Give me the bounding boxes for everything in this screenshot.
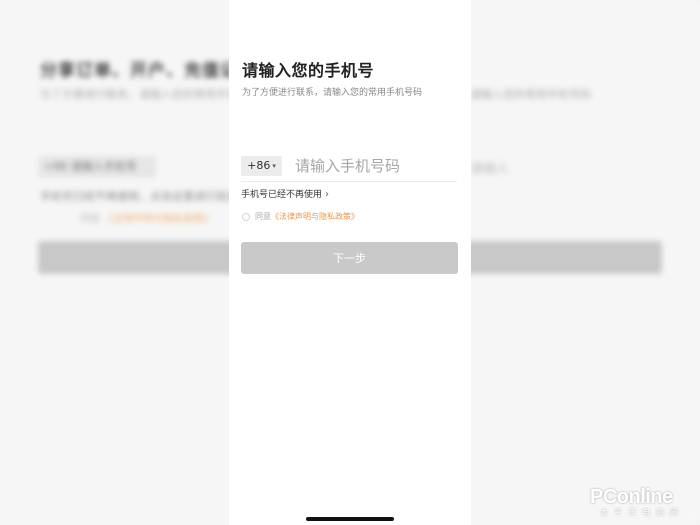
caret-down-icon: ▾ (272, 162, 276, 170)
phone-not-used-link[interactable]: 手机号已经不再使用 › (241, 187, 329, 200)
phone-number-input[interactable] (291, 153, 457, 179)
legal-privacy-link[interactable]: 《法律声明与隐私政策》 (271, 212, 359, 221)
watermark-brand: PConline (590, 486, 673, 508)
background-subtitle: 为了方便进行联系，请输入您的常用手机号码 (40, 88, 260, 101)
background-subtitle-right: 请输入您的常用手机号码 (470, 88, 591, 101)
watermark-tagline: 太平洋电脑网 (600, 508, 684, 517)
page-subtitle: 为了方便进行联系，请输入您的常用手机号码 (242, 88, 423, 98)
input-divider (241, 181, 457, 182)
agreement-row: 同意《法律声明与隐私政策》 (242, 211, 359, 222)
watermark: PConline 太平洋电脑网 (590, 486, 684, 518)
page-title: 请输入您的手机号 (242, 61, 375, 80)
background-not-used-text: 手机号已经不再使用，点击这里进行验证操作 (40, 190, 260, 203)
agreement-prefix: 同意 (255, 212, 271, 221)
country-code-selector[interactable]: +86 ▾ (241, 156, 282, 176)
country-code-label: +86 (247, 159, 271, 172)
chevron-right-icon: › (325, 189, 330, 200)
background-agree-prefix: 同意 (80, 214, 100, 225)
phone-login-panel: 请输入您的手机号 为了方便进行联系，请输入您的常用手机号码 +86▾ 手机号已经… (229, 0, 471, 525)
background-title: 分享订单、开户、充值记录 (40, 61, 256, 81)
background-phone-field: +86 请输入手机号 (38, 156, 156, 178)
background-field-right: 请输入 (470, 162, 510, 177)
background-agreement: 同意 《法律声明与隐私政策》 (80, 210, 213, 225)
phone-not-used-label: 手机号已经不再使用 (241, 190, 323, 200)
next-step-button[interactable]: 下一步 (241, 242, 458, 274)
agreement-checkbox[interactable] (242, 212, 250, 221)
background-agree-link: 《法律声明与隐私政策》 (103, 214, 214, 225)
home-indicator[interactable] (306, 517, 394, 521)
